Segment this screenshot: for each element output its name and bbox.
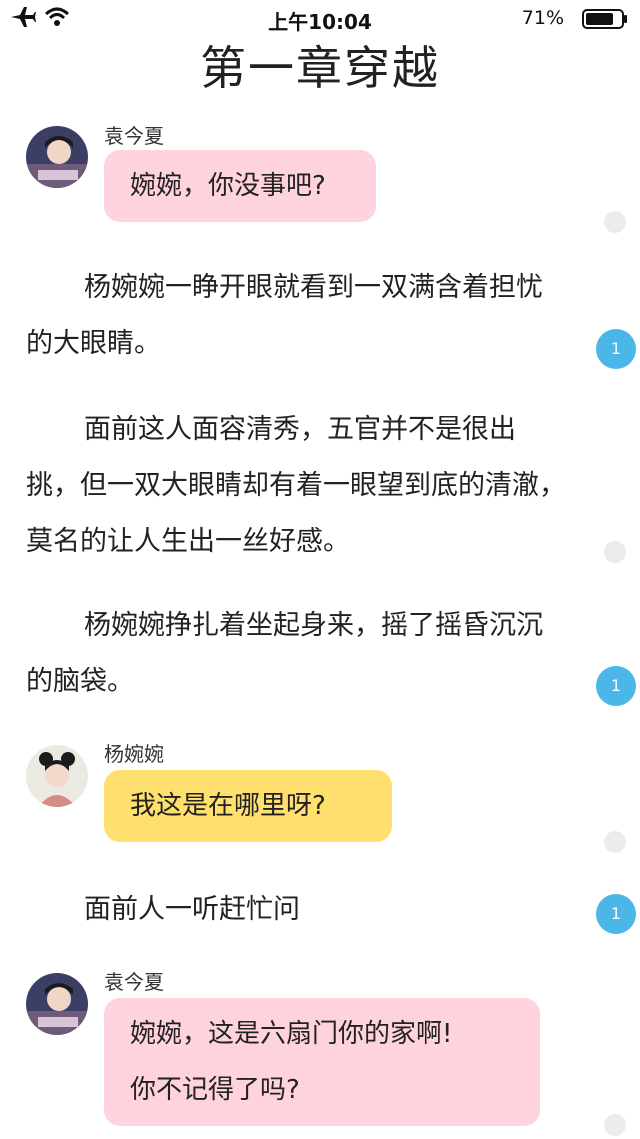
- comment-dot[interactable]: [604, 1114, 626, 1136]
- speaker-name: 袁今夏: [104, 124, 164, 148]
- narration-paragraph: 杨婉婉一睁开眼就看到一双满含着担忧的大眼睛。: [26, 272, 543, 359]
- chapter-title: 第一章穿越: [200, 41, 440, 95]
- speaker-name: 杨婉婉: [104, 742, 164, 766]
- comment-count-badge[interactable]: 1: [596, 329, 636, 369]
- narration-paragraph: 面前这人面容清秀，五官并不是很出挑，但一双大眼睛却有着一眼望到底的清澈，莫名的让…: [26, 414, 566, 557]
- status-bar: 上午10:04 71%: [0, 0, 640, 34]
- battery-percent: 71%: [521, 7, 564, 29]
- comment-dot[interactable]: [604, 831, 626, 853]
- avatar-yuan-jinxia[interactable]: [26, 973, 88, 1035]
- narration-paragraph: 杨婉婉挣扎着坐起身来，摇了摇昏沉沉的脑袋。: [26, 610, 543, 697]
- comment-count-badge[interactable]: 1: [596, 894, 636, 934]
- comment-count-badge[interactable]: 1: [596, 666, 636, 706]
- chat-bubble[interactable]: 婉婉，你没事吧?: [104, 150, 376, 222]
- comment-dot[interactable]: [604, 541, 626, 563]
- chat-bubble[interactable]: 我这是在哪里呀?: [104, 770, 392, 842]
- avatar-yang-wanwan[interactable]: [26, 745, 88, 807]
- avatar-yuan-jinxia[interactable]: [26, 126, 88, 188]
- narration-paragraph: 面前人一听赶忙问: [84, 894, 300, 925]
- speaker-name: 袁今夏: [104, 970, 164, 994]
- chat-bubble[interactable]: 婉婉，这是六扇门你的家啊! 你不记得了吗?: [104, 998, 540, 1126]
- battery-icon: [582, 9, 627, 29]
- comment-dot[interactable]: [604, 211, 626, 233]
- chat-bubble-line: 你不记得了吗?: [130, 1075, 300, 1105]
- chat-bubble-line: 婉婉，这是六扇门你的家啊!: [130, 1019, 453, 1049]
